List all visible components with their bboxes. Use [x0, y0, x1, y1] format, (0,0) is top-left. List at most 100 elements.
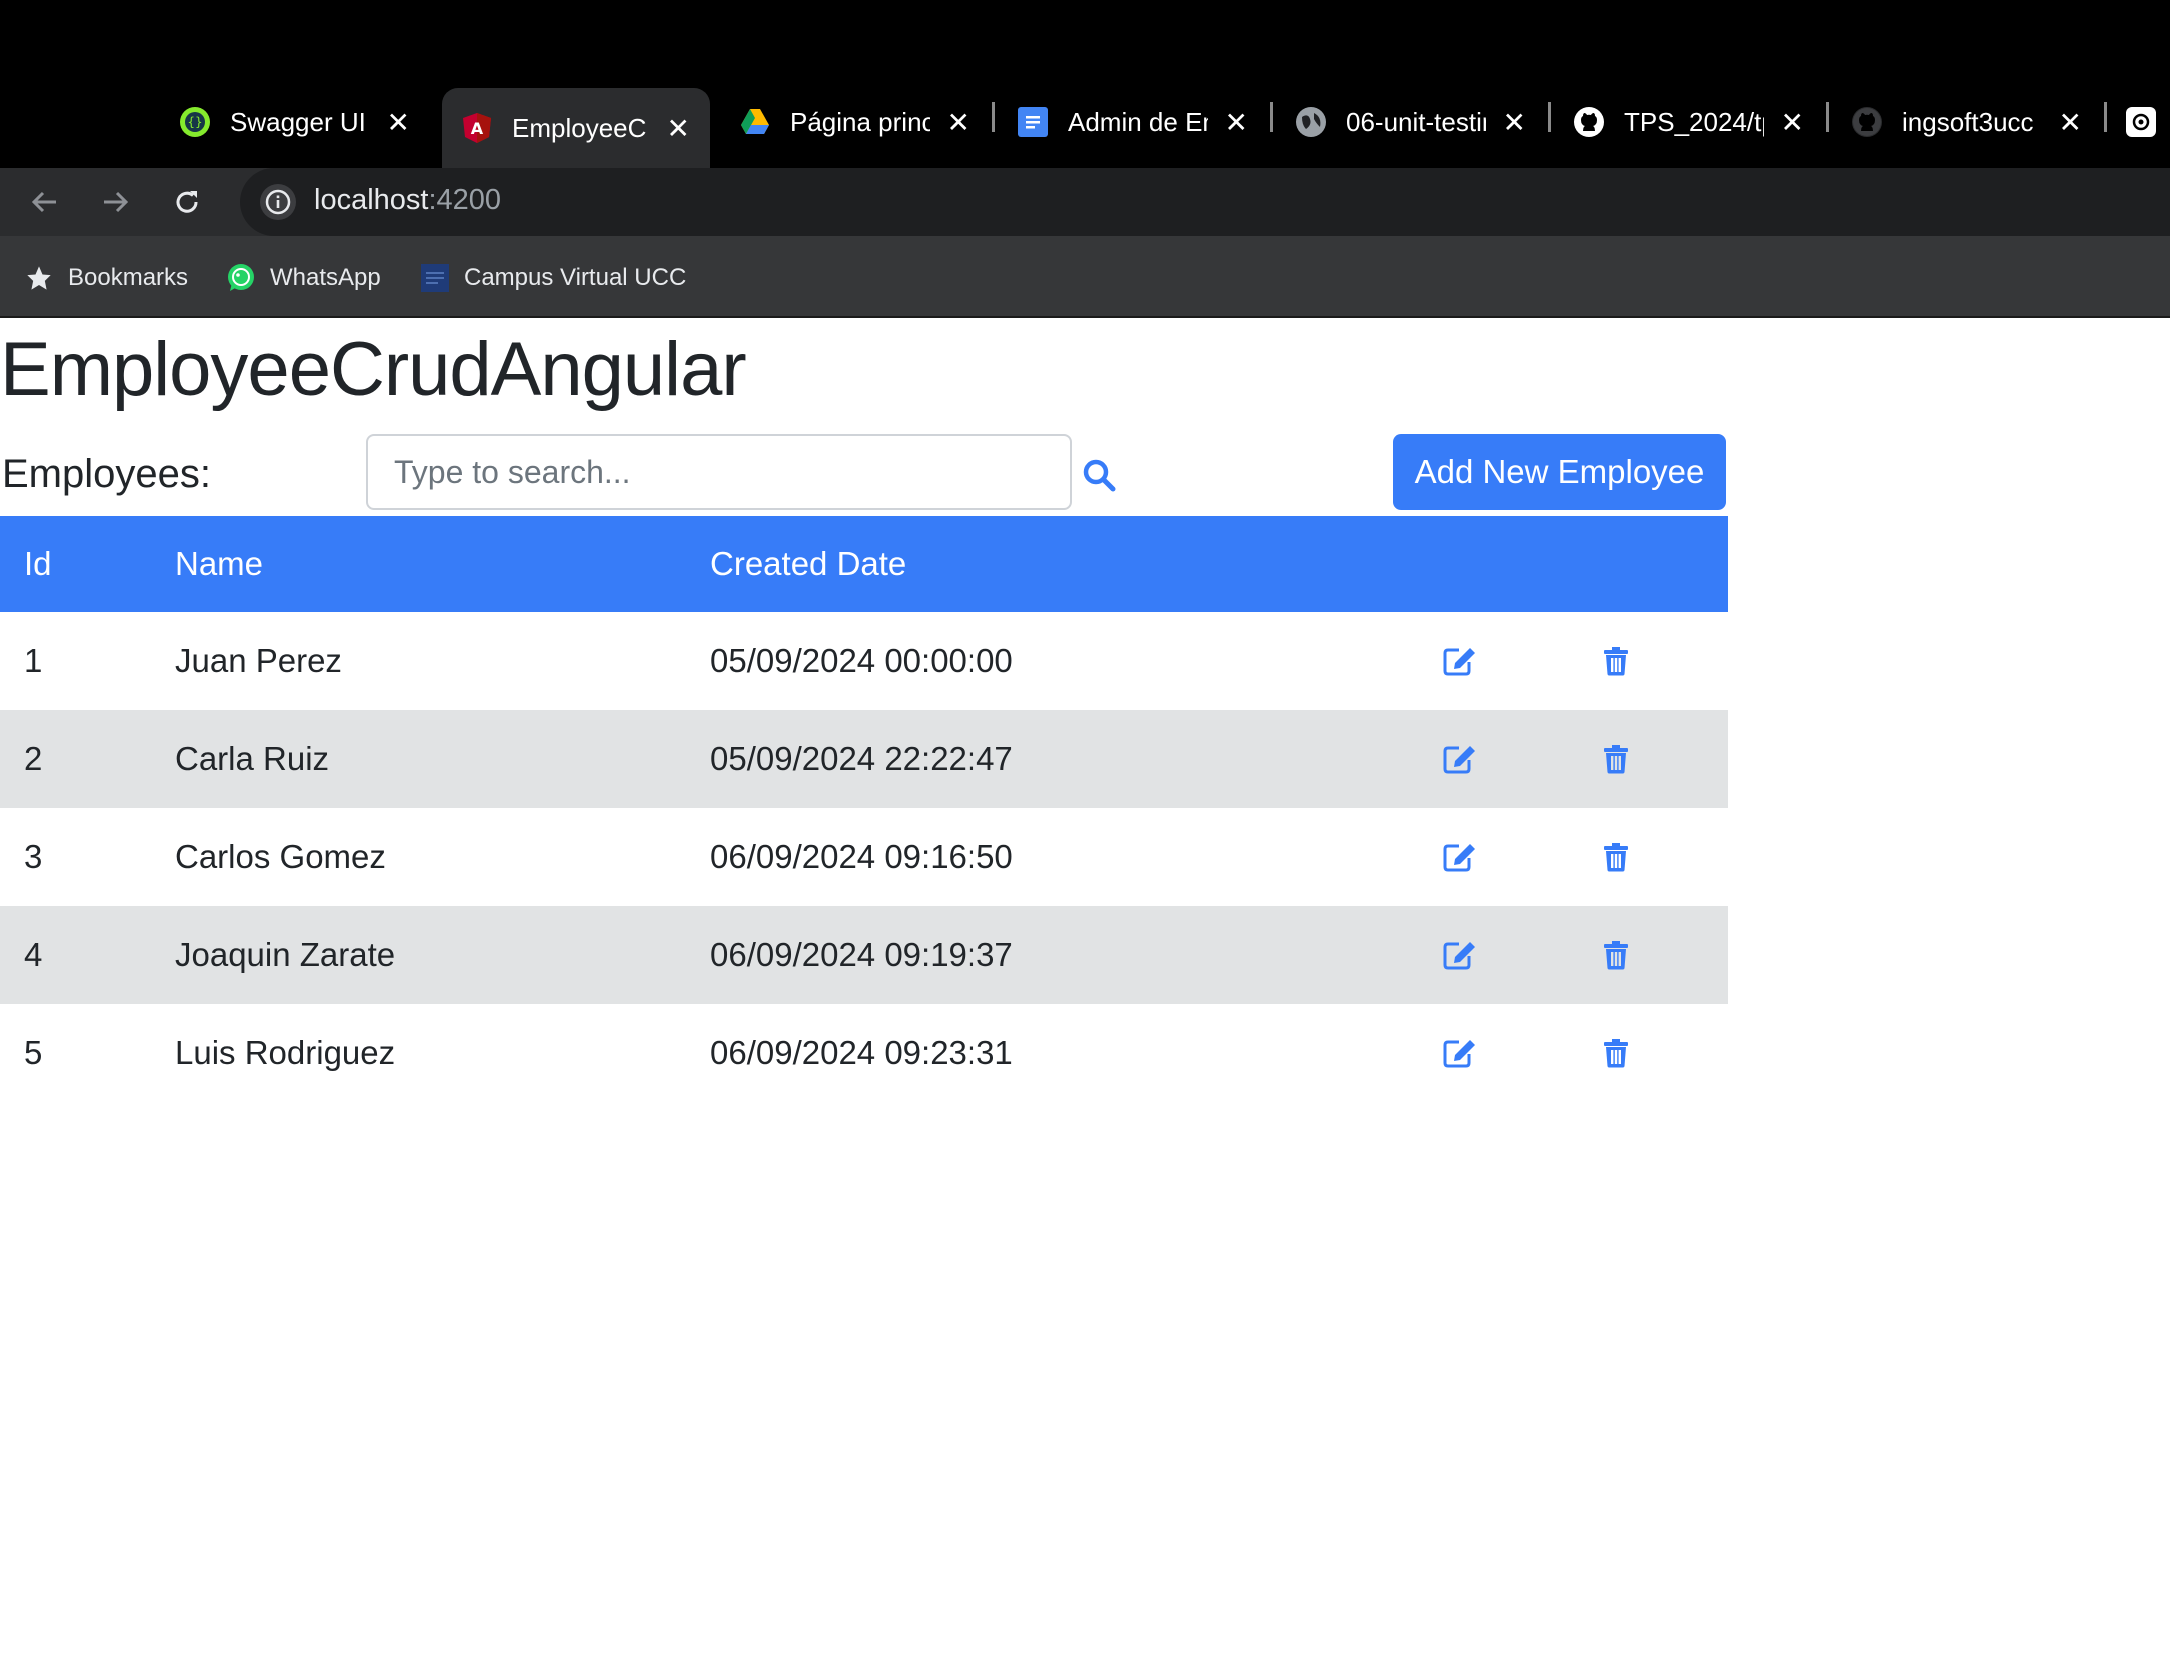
edit-button[interactable] [1440, 906, 1480, 1004]
edit-button[interactable] [1440, 808, 1480, 906]
edit-icon [1443, 746, 1475, 774]
reload-icon [176, 191, 198, 213]
campus-icon [420, 263, 450, 293]
info-icon[interactable] [260, 184, 296, 220]
tab-title: Página principal [790, 106, 930, 137]
edit-button[interactable] [1440, 612, 1480, 710]
arrow-right-icon [104, 191, 129, 213]
tab-separator [2104, 102, 2107, 132]
employees-table: Id Name Created Date 1 Juan Perez 05/09/… [0, 516, 1728, 1102]
globe-icon [1296, 107, 1326, 137]
reload-button[interactable] [162, 168, 212, 236]
tab-title: Admin de Employees [1068, 106, 1208, 137]
tab-unit-testing[interactable]: 06-unit-testing ✕ [1296, 88, 1546, 156]
cell-id: 5 [24, 1034, 43, 1071]
cell-id: 1 [24, 642, 43, 679]
delete-button[interactable] [1600, 710, 1632, 808]
browser-toolbar: localhost:4200 [0, 168, 2170, 236]
back-button[interactable] [20, 168, 70, 236]
bookmark-label: WhatsApp [270, 264, 381, 291]
tab-employee-crud[interactable]: A EmployeeCrudAngular ✕ [442, 88, 710, 168]
github-icon [1574, 107, 1604, 137]
google-drive-icon [740, 107, 770, 137]
edit-button[interactable] [1440, 710, 1480, 808]
tab-title: EmployeeCrudAngular [512, 112, 646, 143]
cell-created-date: 05/09/2024 00:00:00 [710, 642, 1013, 679]
table-row: 3 Carlos Gomez 06/09/2024 09:16:50 [0, 808, 1728, 906]
trash-icon [1604, 745, 1628, 774]
svg-text:A: A [471, 119, 484, 138]
table-row: 4 Joaquin Zarate 06/09/2024 09:19:37 [0, 906, 1728, 1004]
tab-pagina-principal[interactable]: Página principal ✕ [740, 88, 990, 156]
delete-button[interactable] [1600, 1004, 1632, 1102]
tab-title: ingsoft3ucc [1902, 106, 2034, 137]
bookmarks-bar: Bookmarks WhatsApp Campus Virtual UCC [0, 236, 2170, 318]
search-icon [1083, 459, 1116, 492]
add-new-employee-button[interactable]: Add New Employee [1393, 434, 1726, 510]
whatsapp-icon [226, 263, 256, 293]
bookmark-campus-virtual-ucc[interactable]: Campus Virtual UCC [420, 260, 686, 296]
close-icon[interactable]: ✕ [1503, 106, 1526, 139]
column-header-id: Id [24, 545, 52, 582]
cell-created-date: 06/09/2024 09:16:50 [710, 838, 1013, 875]
trash-icon [1604, 1039, 1628, 1068]
tab-title: TPS_2024/tp [1624, 106, 1764, 137]
cell-name: Juan Perez [175, 642, 342, 679]
cell-name: Carla Ruiz [175, 740, 330, 777]
close-icon[interactable]: ✕ [1225, 106, 1248, 139]
tab-overflow[interactable] [2126, 88, 2170, 156]
edit-icon [1443, 844, 1475, 872]
star-icon [24, 263, 54, 293]
cell-created-date: 06/09/2024 09:23:31 [710, 1034, 1013, 1071]
bookmark-label: Campus Virtual UCC [464, 264, 687, 291]
search-button[interactable] [1080, 456, 1118, 494]
angular-icon: A [462, 113, 492, 143]
edit-button[interactable] [1440, 1004, 1480, 1102]
bookmark-whatsapp[interactable]: WhatsApp [226, 260, 381, 296]
tab-title: 06-unit-testing [1346, 106, 1486, 137]
table-row: 2 Carla Ruiz 05/09/2024 22:22:47 [0, 710, 1728, 808]
delete-button[interactable] [1600, 808, 1632, 906]
bookmark-bookmarks[interactable]: Bookmarks [24, 260, 188, 296]
employees-label: Employees: [2, 452, 211, 496]
column-header-created-date: Created Date [710, 545, 907, 582]
close-icon[interactable]: ✕ [667, 112, 690, 145]
page-title: EmployeeCrudAngular [0, 327, 747, 412]
cell-id: 2 [24, 740, 43, 777]
svg-text:{}: {} [187, 115, 202, 129]
table-header: Id Name Created Date [0, 516, 1728, 612]
arrow-left-icon [31, 191, 56, 213]
tab-ingsoft3ucc[interactable]: ingsoft3ucc ✕ [1852, 88, 2102, 156]
url-text[interactable]: localhost:4200 [314, 184, 501, 217]
cell-id: 3 [24, 838, 43, 875]
github-icon [1852, 107, 1882, 137]
tab-separator [992, 102, 995, 132]
close-icon[interactable]: ✕ [387, 106, 410, 139]
edit-icon [1443, 942, 1475, 970]
trash-icon [1604, 941, 1628, 970]
url-host: localhost [314, 184, 429, 216]
edit-icon [1443, 1040, 1475, 1068]
tab-tps-2024[interactable]: TPS_2024/tp ✕ [1574, 88, 1824, 156]
address-bar[interactable]: localhost:4200 [240, 168, 2170, 236]
close-icon[interactable]: ✕ [1781, 106, 1804, 139]
delete-button[interactable] [1600, 612, 1632, 710]
search-input[interactable] [366, 434, 1072, 510]
tab-separator [1548, 102, 1551, 132]
close-icon[interactable]: ✕ [2059, 106, 2082, 139]
tab-strip: {} Swagger UI ✕ A EmployeeCrudAngular ✕ … [0, 0, 2170, 168]
close-icon[interactable]: ✕ [947, 106, 970, 139]
trash-icon [1604, 843, 1628, 872]
table-row: 1 Juan Perez 05/09/2024 00:00:00 [0, 612, 1728, 710]
edit-icon [1443, 648, 1475, 676]
tab-swagger-ui[interactable]: {} Swagger UI ✕ [180, 88, 430, 156]
column-header-name: Name [175, 545, 264, 582]
google-docs-icon [1018, 107, 1048, 137]
tab-admin-de-employees[interactable]: Admin de Employees ✕ [1018, 88, 1268, 156]
forward-button[interactable] [90, 168, 140, 236]
tab-separator [1270, 102, 1273, 132]
cell-name: Luis Rodriguez [175, 1034, 396, 1071]
delete-button[interactable] [1600, 906, 1632, 1004]
tab-separator [1826, 102, 1829, 132]
url-port: :4200 [428, 184, 502, 216]
